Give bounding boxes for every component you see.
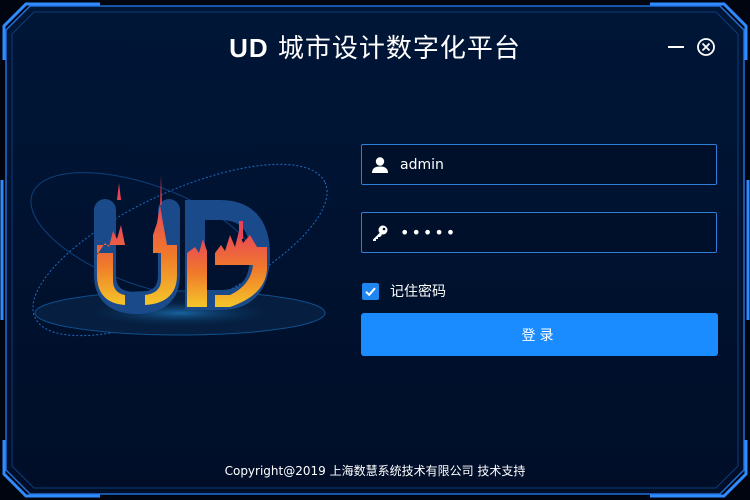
remember-password[interactable]: 记住密码	[362, 281, 446, 301]
close-button[interactable]	[695, 36, 717, 58]
remember-label: 记住密码	[390, 284, 446, 300]
password-field[interactable]	[361, 212, 717, 253]
username-field[interactable]	[361, 144, 717, 185]
window-title: UD 城市设计数字化平台	[0, 28, 750, 65]
title-text: 城市设计数字化平台	[277, 34, 521, 64]
check-icon	[365, 287, 376, 296]
minimize-icon	[668, 46, 684, 48]
login-button[interactable]: 登录	[361, 313, 718, 356]
key-icon	[362, 213, 398, 252]
password-input[interactable]	[398, 213, 716, 252]
title-brand: UD	[229, 33, 269, 63]
hero-logo-illustration	[30, 163, 328, 337]
footer-copyright: Copyright@2019 上海数慧系统技术有限公司 技术支持	[224, 464, 526, 478]
username-input[interactable]	[398, 145, 716, 184]
remember-checkbox[interactable]	[362, 282, 379, 300]
close-circle-icon	[697, 38, 715, 56]
user-icon	[362, 145, 398, 184]
minimize-button[interactable]	[665, 36, 687, 58]
